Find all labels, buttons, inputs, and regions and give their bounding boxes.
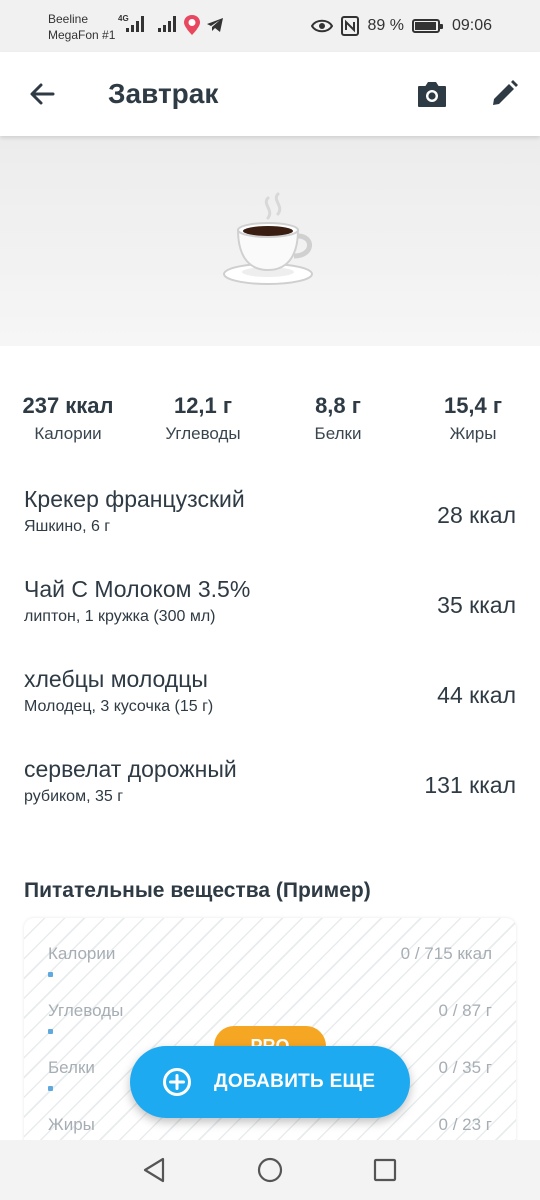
food-item[interactable]: Крекер французский Яшкино, 6 г 28 ккал bbox=[0, 484, 540, 574]
pencil-icon bbox=[493, 80, 518, 105]
nutrient-progress bbox=[48, 1029, 53, 1034]
nutrient-progress bbox=[48, 1086, 53, 1091]
summary-value: 12,1 г bbox=[173, 393, 233, 418]
edit-button[interactable] bbox=[484, 74, 524, 114]
back-arrow-icon bbox=[30, 83, 55, 105]
meal-summary: 237 ккал Калории 12,1 г Углеводы 8,8 г Б… bbox=[0, 392, 540, 452]
nav-home-icon bbox=[257, 1157, 283, 1183]
nutrient-value: 0 / 23 г bbox=[438, 1115, 492, 1134]
food-name: Крекер французский bbox=[24, 486, 245, 512]
signal-strength-icon bbox=[126, 16, 146, 32]
carrier-info: Beeline MegaFon #1 bbox=[48, 11, 115, 43]
summary-label: Углеводы bbox=[165, 424, 241, 443]
food-detail: рубиком, 35 г bbox=[24, 788, 124, 805]
food-calories: 35 ккал bbox=[437, 592, 516, 618]
summary-calories: 237 ккал Калории bbox=[0, 392, 138, 446]
nutrient-value: 0 / 35 г bbox=[438, 1058, 492, 1077]
nutrient-label: Калории bbox=[48, 944, 116, 963]
coffee-cup-icon bbox=[223, 192, 313, 285]
summary-value: 8,8 г bbox=[315, 393, 361, 418]
food-name: Чай С Молоком 3.5% bbox=[24, 576, 251, 602]
summary-label: Белки bbox=[314, 424, 362, 443]
plus-circle-icon bbox=[163, 1068, 191, 1096]
nav-home-button[interactable] bbox=[254, 1154, 286, 1186]
battery-percent: 89 % bbox=[367, 17, 404, 34]
food-item[interactable]: Чай С Молоком 3.5% липтон, 1 кружка (300… bbox=[0, 574, 540, 664]
camera-icon bbox=[418, 82, 446, 107]
carrier-2: MegaFon #1 bbox=[48, 28, 116, 42]
meal-image[interactable] bbox=[0, 136, 540, 346]
add-more-label: ДОБАВИТЬ ЕЩЕ bbox=[214, 1071, 376, 1092]
summary-value: 15,4 г bbox=[443, 393, 503, 418]
nutrient-value: 0 / 87 г bbox=[438, 1001, 492, 1020]
summary-label: Калории bbox=[34, 424, 102, 443]
clock: 09:06 bbox=[451, 17, 492, 34]
food-name: хлебцы молодцы bbox=[24, 666, 208, 692]
summary-label: Жиры bbox=[449, 424, 497, 443]
food-calories: 44 ккал bbox=[437, 682, 516, 708]
status-bar: Beeline MegaFon #1 4G 89 % 09:06 bbox=[0, 0, 540, 52]
food-name: сервелат дорожный bbox=[24, 756, 237, 782]
status-right: 89 % 09:06 bbox=[311, 14, 492, 38]
battery-icon bbox=[411, 19, 443, 33]
back-button[interactable] bbox=[22, 74, 62, 114]
carrier-1: Beeline bbox=[48, 12, 89, 26]
nav-back-icon bbox=[143, 1157, 165, 1183]
food-detail: Яшкино, 6 г bbox=[24, 518, 111, 535]
nutrient-row-calories: Калории 0 / 715 ккал bbox=[48, 942, 492, 982]
system-nav-bar bbox=[0, 1140, 540, 1200]
eye-icon bbox=[311, 19, 334, 33]
add-more-button[interactable]: ДОБАВИТЬ ЕЩЕ bbox=[130, 1046, 410, 1118]
summary-value: 237 ккал bbox=[22, 393, 114, 418]
summary-protein: 8,8 г Белки bbox=[268, 392, 408, 446]
nav-back-button[interactable] bbox=[138, 1154, 170, 1186]
page-title: Завтрак bbox=[108, 78, 219, 109]
nutrient-value: 0 / 715 ккал bbox=[400, 944, 492, 963]
map-pin-icon bbox=[184, 15, 200, 35]
nutrient-label: Белки bbox=[48, 1058, 95, 1077]
nav-recents-icon bbox=[373, 1158, 397, 1182]
signal-strength-2-icon bbox=[158, 16, 178, 32]
camera-button[interactable] bbox=[410, 74, 454, 114]
summary-carbs: 12,1 г Углеводы bbox=[133, 392, 273, 446]
nutrient-label: Жиры bbox=[48, 1115, 95, 1134]
food-item[interactable]: сервелат дорожный рубиком, 35 г 131 ккал bbox=[0, 754, 540, 844]
nav-recents-button[interactable] bbox=[369, 1154, 401, 1186]
food-calories: 28 ккал bbox=[437, 502, 516, 528]
food-calories: 131 ккал bbox=[424, 772, 516, 798]
nutrient-label: Углеводы bbox=[48, 1001, 124, 1020]
summary-fat: 15,4 г Жиры bbox=[403, 392, 540, 446]
nutrients-title: Питательные вещества (Пример) bbox=[24, 879, 371, 902]
app-bar: Завтрак bbox=[0, 52, 540, 136]
nutrient-progress bbox=[48, 972, 53, 977]
food-item[interactable]: хлебцы молодцы Молодец, 3 кусочка (15 г)… bbox=[0, 664, 540, 754]
food-detail: липтон, 1 кружка (300 мл) bbox=[24, 608, 216, 625]
food-detail: Молодец, 3 кусочка (15 г) bbox=[24, 698, 214, 715]
nfc-icon bbox=[341, 16, 360, 36]
telegram-icon bbox=[207, 18, 223, 32]
